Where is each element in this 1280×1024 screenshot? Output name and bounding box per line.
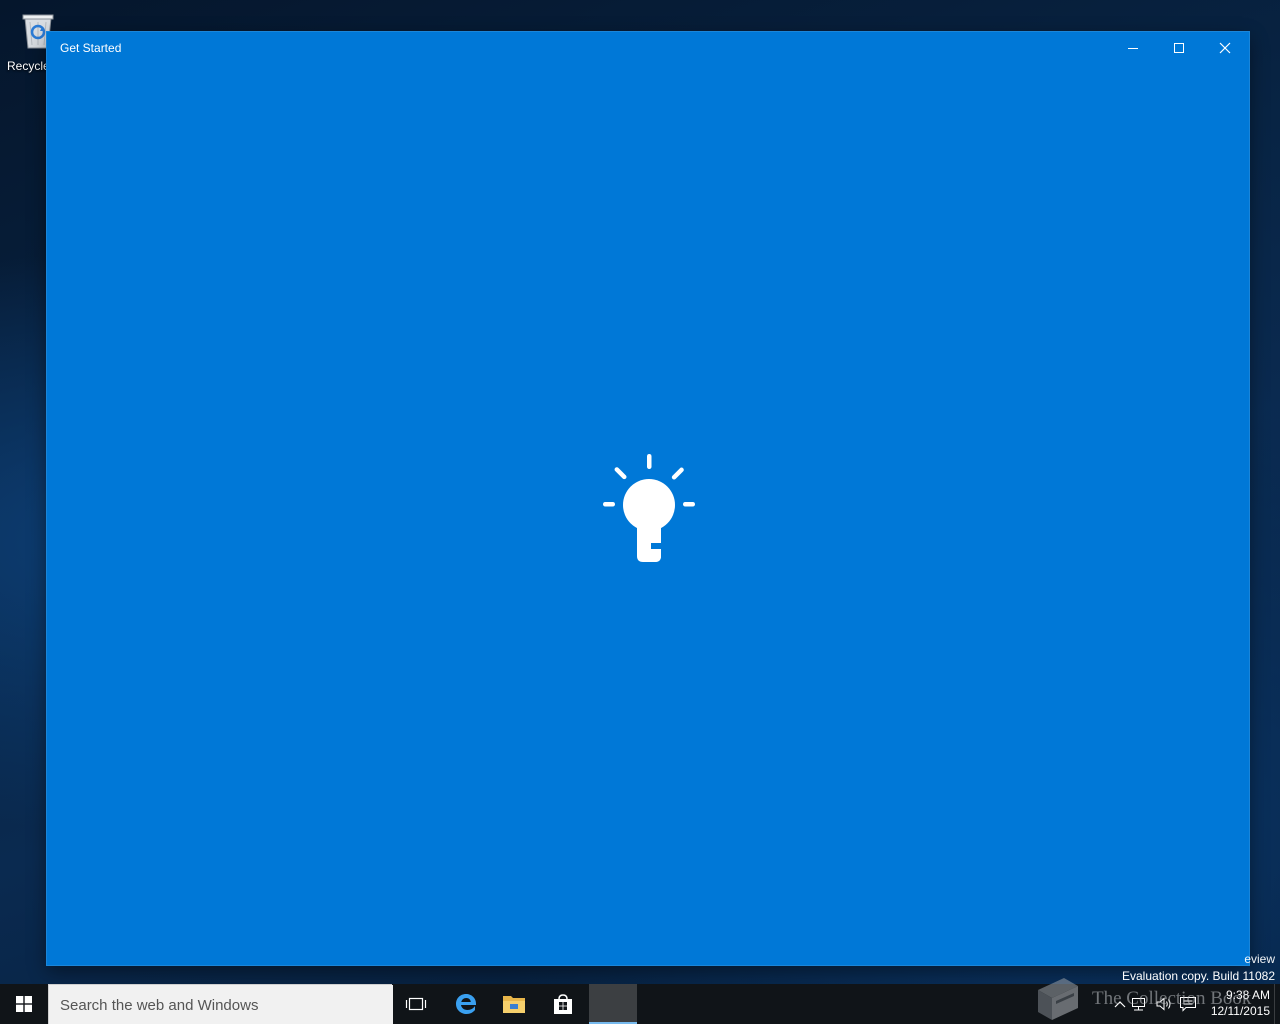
search-input[interactable] [49, 985, 393, 1024]
get-started-taskbar-button[interactable] [589, 984, 637, 1024]
edge-button[interactable] [442, 984, 490, 1024]
network-button[interactable] [1130, 994, 1150, 1014]
edge-icon [456, 994, 476, 1014]
close-icon [1219, 42, 1231, 53]
task-view-icon [405, 997, 427, 1011]
watermark-line-1: eview [1244, 952, 1275, 966]
maximize-button[interactable] [1156, 32, 1202, 63]
close-button[interactable] [1202, 32, 1248, 63]
store-button[interactable] [539, 984, 587, 1024]
watermark-line-2: Evaluation copy. Build 11082 [1122, 969, 1275, 983]
show-hidden-icons-button[interactable] [1110, 994, 1130, 1014]
title-bar[interactable]: Get Started [47, 32, 1249, 63]
action-center-button[interactable] [1178, 994, 1198, 1014]
windows-logo-icon [16, 996, 32, 1012]
clock-date: 12/11/2015 [1210, 1004, 1270, 1018]
window-title: Get Started [60, 41, 122, 55]
network-icon [1132, 998, 1145, 1011]
file-explorer-button[interactable] [490, 984, 538, 1024]
recycle-bin-label: Recycle [7, 59, 50, 73]
volume-button[interactable] [1154, 994, 1174, 1014]
chevron-up-icon [1114, 1001, 1126, 1008]
show-desktop-button[interactable] [1274, 984, 1280, 1024]
minimize-button[interactable] [1110, 32, 1156, 63]
task-view-button[interactable] [392, 984, 440, 1024]
volume-icon [1156, 997, 1171, 1011]
clock-time: 9:38 AM [1225, 988, 1270, 1002]
maximize-icon [1174, 42, 1184, 53]
store-icon [554, 994, 572, 1014]
clock[interactable]: 9:38 AM 12/11/2015 [1211, 987, 1270, 1019]
notification-icon [1180, 997, 1196, 1012]
start-button[interactable] [0, 984, 48, 1024]
get-started-window: Get Started [47, 32, 1249, 965]
lightbulb-icon [603, 454, 695, 562]
minimize-icon [1128, 47, 1138, 49]
file-explorer-icon [503, 996, 525, 1013]
system-tray: 9:38 AM 12/11/2015 [1110, 984, 1280, 1024]
search-box[interactable] [48, 984, 393, 1024]
taskbar: 9:38 AM 12/11/2015 [0, 984, 1280, 1024]
